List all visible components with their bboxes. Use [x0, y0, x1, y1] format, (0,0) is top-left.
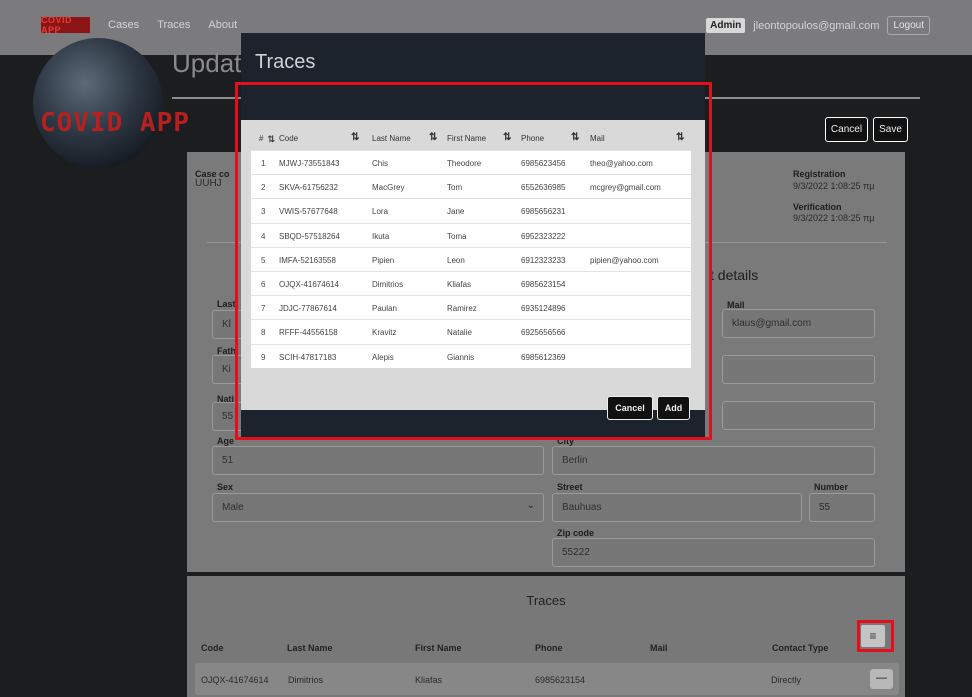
verification-label: Verification	[793, 202, 842, 212]
number-input[interactable]: 55	[809, 493, 875, 522]
brand-logo[interactable]: COVID APP	[41, 15, 90, 35]
contact-details-heading: t details	[710, 267, 759, 283]
mail-input[interactable]: klaus@gmail.com	[722, 309, 875, 338]
contact-field-3[interactable]	[722, 401, 875, 430]
street-input[interactable]: Bauhuas	[552, 493, 802, 522]
zip-code-label: Zip code	[557, 528, 595, 538]
logout-button[interactable]: Logout	[887, 16, 930, 35]
case-code-value: UUHJ	[195, 178, 222, 189]
registration-value: 9/3/2022 1:08:25 πμ	[793, 181, 875, 191]
cell-phone: 6985623154	[535, 675, 586, 685]
col-phone: Phone	[535, 643, 563, 653]
modal-title: Traces	[255, 51, 316, 73]
highlight-box-modal	[235, 82, 712, 440]
col-last-name: Last Name	[287, 643, 333, 653]
minus-icon[interactable]: —	[870, 669, 893, 689]
col-code: Code	[201, 643, 224, 653]
contact-field-2[interactable]	[722, 355, 875, 384]
chevron-down-icon: ⌄	[526, 500, 535, 511]
user-email: jleontopoulos@gmail.com	[753, 19, 880, 32]
virus-logo-image	[33, 38, 163, 168]
role-badge: Admin	[706, 18, 746, 33]
sex-select[interactable]: Male ⌄	[212, 493, 544, 522]
street-label: Street	[557, 482, 583, 492]
nav-link-traces[interactable]: Traces	[157, 19, 190, 31]
registration-label: Registration	[793, 169, 846, 179]
cell-first-name: Kliafas	[415, 675, 443, 685]
table-row: OJQX-41674614 Dimitrios Kliafas 69856231…	[195, 663, 899, 695]
col-first-name: First Name	[415, 643, 462, 653]
cell-contact-type: Directly	[771, 675, 802, 685]
cell-last-name: Dimitrios	[288, 675, 323, 685]
save-button[interactable]: Save	[873, 117, 908, 142]
nav-link-cases[interactable]: Cases	[108, 19, 139, 31]
highlight-box-list-button	[857, 620, 894, 652]
verification-value: 9/3/2022 1:08:25 πμ	[793, 213, 875, 223]
age-input[interactable]: 51	[212, 446, 544, 475]
logo-text: COVID APP	[40, 108, 190, 138]
col-mail: Mail	[650, 643, 668, 653]
cancel-button[interactable]: Cancel	[825, 117, 868, 142]
sex-select-value: Male	[222, 502, 244, 513]
traces-section: Traces ≡ Code Last Name First Name Phone…	[187, 576, 905, 697]
traces-section-title: Traces	[526, 593, 566, 608]
zip-code-input[interactable]: 55222	[552, 538, 875, 567]
nav-link-about[interactable]: About	[208, 19, 237, 31]
age-label: Age	[217, 436, 235, 446]
col-contact-type: Contact Type	[772, 643, 829, 653]
city-input[interactable]: Berlin	[552, 446, 875, 475]
last-name-label: Last	[217, 299, 236, 309]
cell-code: OJQX-41674614	[201, 675, 269, 685]
sex-label: Sex	[217, 482, 234, 492]
number-label: Number	[814, 482, 849, 492]
